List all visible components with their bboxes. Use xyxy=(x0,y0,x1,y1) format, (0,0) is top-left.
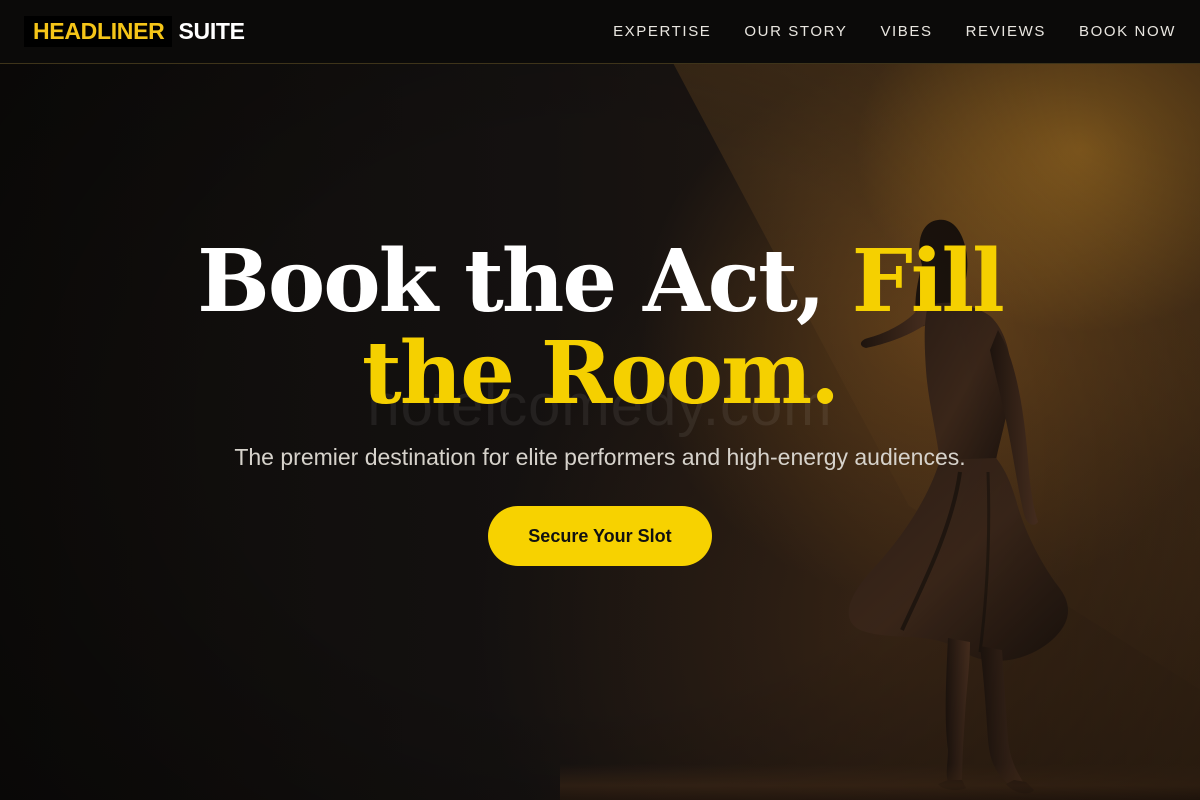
headline-white-text: Book the Act, xyxy=(197,231,826,332)
hero-headline: Book the Act, Fill the Room. xyxy=(0,236,1200,420)
nav-links: EXPERTISE OUR STORY VIBES REVIEWS BOOK N… xyxy=(580,23,1176,40)
brand-logo[interactable]: HEADLINER SUITE xyxy=(24,16,245,47)
headline-yellow-text-1: Fill xyxy=(851,231,1005,332)
brand-logo-highlight: HEADLINER xyxy=(24,16,173,47)
nav-link-reviews[interactable]: REVIEWS xyxy=(966,23,1046,40)
hero-tagline: The premier destination for elite perfor… xyxy=(234,444,966,470)
secure-slot-button[interactable]: Secure Your Slot xyxy=(488,506,712,566)
nav-link-book-now[interactable]: BOOK NOW xyxy=(1079,23,1176,40)
headline-yellow-text-2: the Room. xyxy=(361,323,840,424)
nav-link-vibes[interactable]: VIBES xyxy=(880,23,932,40)
nav-link-our-story[interactable]: OUR STORY xyxy=(744,23,847,40)
top-navigation-bar: HEADLINER SUITE EXPERTISE OUR STORY VIBE… xyxy=(0,0,1200,64)
nav-link-expertise[interactable]: EXPERTISE xyxy=(613,23,711,40)
brand-logo-suffix: SUITE xyxy=(178,18,245,44)
